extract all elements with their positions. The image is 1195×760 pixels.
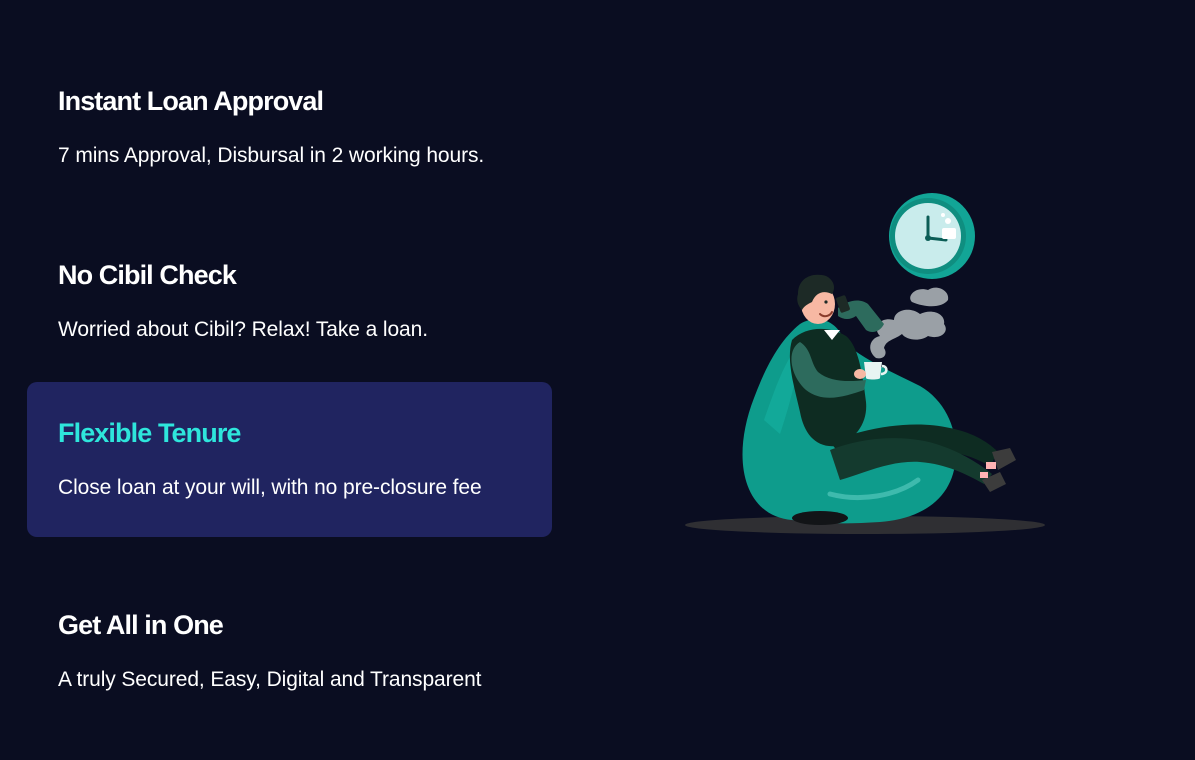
feature-instant-loan-approval[interactable]: Instant Loan Approval 7 mins Approval, D… [27, 50, 552, 205]
feature-description: 7 mins Approval, Disbursal in 2 working … [58, 144, 485, 167]
feature-no-cibil-check[interactable]: No Cibil Check Worried about Cibil? Rela… [27, 224, 552, 379]
feature-title: Instant Loan Approval [58, 86, 324, 116]
man-relaxing-in-beanbag-illustration [680, 190, 1050, 540]
head [797, 274, 835, 324]
feature-description: Close loan at your will, with no pre-clo… [58, 476, 482, 499]
phone-arm [836, 295, 884, 332]
feature-title: Flexible Tenure [58, 418, 241, 448]
feature-flexible-tenure[interactable]: Flexible Tenure Close loan at your will,… [27, 382, 552, 537]
feature-title: Get All in One [58, 610, 224, 640]
feature-description: Worried about Cibil? Relax! Take a loan. [58, 318, 428, 341]
feature-get-all-in-one[interactable]: Get All in One A truly Secured, Easy, Di… [27, 574, 552, 729]
feature-title: No Cibil Check [58, 260, 237, 290]
features-page: Instant Loan Approval 7 mins Approval, D… [0, 0, 1195, 760]
clock-icon [889, 193, 975, 279]
feature-description: A truly Secured, Easy, Digital and Trans… [58, 668, 482, 691]
